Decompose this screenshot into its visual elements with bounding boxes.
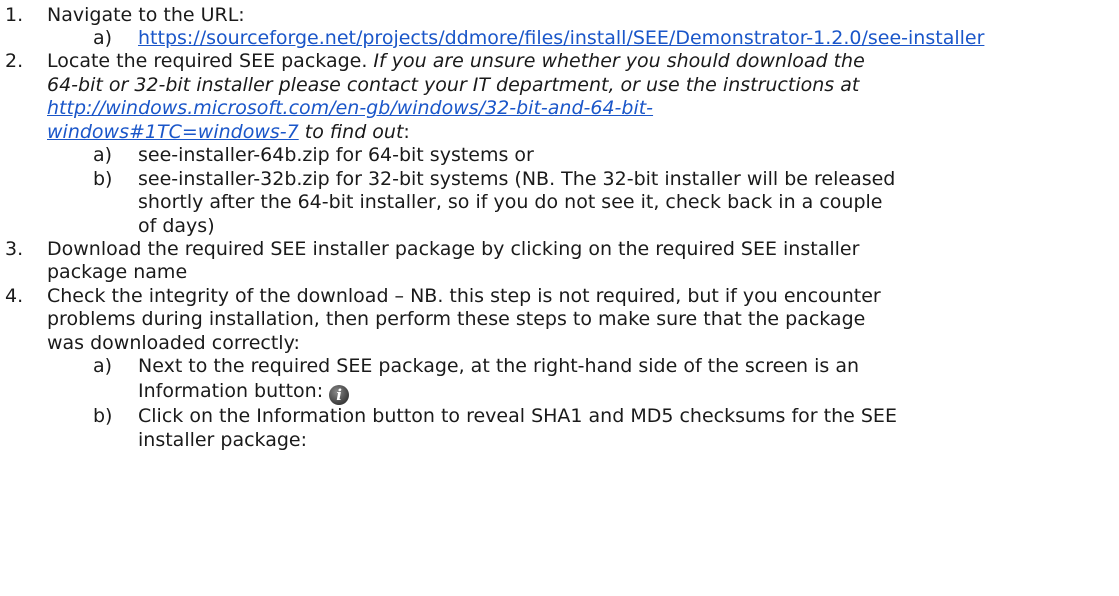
step-3-number: 3.: [5, 238, 24, 260]
step-2-line-1: Locate the required SEE package. If you …: [47, 49, 865, 73]
step-4-number: 4.: [5, 285, 24, 307]
step-2-italic-2: 64-bit or 32-bit installer please contac…: [47, 74, 860, 96]
step-2-line-4: windows#1TC=windows-7 to find out:: [47, 120, 410, 144]
step-4a-label: a): [93, 355, 113, 377]
step-4a-line-2: Information button: i: [138, 379, 350, 405]
step-4a-line-1: Next to the required SEE package, at the…: [138, 355, 860, 377]
step-3-line-2: package name: [47, 261, 188, 283]
sourceforge-link[interactable]: https://sourceforge.net/projects/ddmore/…: [138, 26, 984, 50]
step-2b-line-2: shortly after the 64-bit installer, so i…: [138, 191, 883, 213]
step-4a-line-2-text: Information button:: [138, 380, 324, 402]
step-2a-label: a): [93, 144, 113, 166]
step-2a-text: see-installer-64b.zip for 64-bit systems…: [138, 144, 534, 166]
step-2-text: Locate the required SEE package.: [47, 50, 374, 72]
step-2b-label: b): [93, 168, 113, 190]
step-2-italic-3: to find out: [298, 121, 404, 143]
step-2-italic-1: If you are unsure whether you should dow…: [373, 50, 865, 72]
step-1a-label: a): [93, 27, 113, 49]
step-4b-line-1: Click on the Information button to revea…: [138, 405, 897, 427]
step-3-line-1: Download the required SEE installer pack…: [47, 238, 860, 260]
microsoft-link-line-2[interactable]: windows#1TC=windows-7: [47, 121, 299, 143]
microsoft-link-text-2: windows#1TC=windows-7: [47, 121, 299, 143]
step-2-number: 2.: [5, 50, 24, 72]
step-4b-label: b): [93, 405, 113, 427]
step-4-line-1: Check the integrity of the download – NB…: [47, 285, 881, 307]
step-4b-line-2: installer package:: [138, 429, 308, 451]
step-4-line-2: problems during installation, then perfo…: [47, 308, 866, 330]
microsoft-link-line-1[interactable]: http://windows.microsoft.com/en-gb/windo…: [47, 96, 653, 120]
step-1-number: 1.: [5, 4, 24, 26]
info-icon: i: [329, 385, 350, 405]
step-1-text: Navigate to the URL:: [47, 4, 245, 26]
step-4-line-3: was downloaded correctly:: [47, 332, 300, 354]
step-2b-line-1: see-installer-32b.zip for 32-bit systems…: [138, 168, 896, 190]
microsoft-link-text-1: http://windows.microsoft.com/en-gb/windo…: [47, 97, 654, 119]
step-2-colon: :: [403, 121, 410, 143]
step-2b-line-3: of days): [138, 215, 215, 237]
